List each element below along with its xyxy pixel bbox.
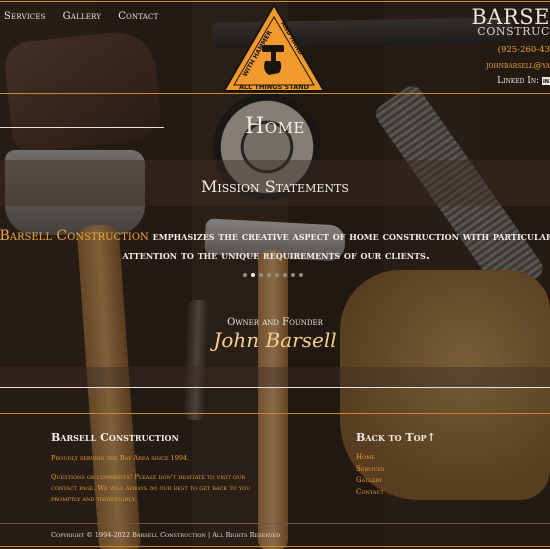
nav-gallery-link[interactable]: Gallery (63, 11, 102, 22)
brand-line-1: BARSE (471, 5, 550, 29)
contact-phone[interactable]: (925-260-43 (498, 45, 550, 55)
header-bottom-border (0, 93, 550, 94)
carousel-dot[interactable] (275, 273, 279, 277)
divider-band (0, 367, 550, 387)
nav-contact-link[interactable]: Contact (118, 11, 158, 22)
footer-company-title: Barsell Construction (51, 431, 179, 444)
top-border (0, 1, 550, 2)
footer-serving-text: Proudly serving the Bay Area since 1994. (51, 454, 190, 462)
contact-email[interactable]: johnbarsell@ya (486, 61, 550, 71)
content-rule (0, 387, 550, 388)
carousel-dot[interactable] (267, 273, 271, 277)
footer-links: Home Services Gallery Contact (356, 452, 385, 498)
footer-link-gallery[interactable]: Gallery (356, 475, 385, 487)
footer-link-home[interactable]: Home (356, 452, 385, 464)
copyright-text: Copyright © 1994-2022 Barsell Constructi… (51, 531, 281, 539)
arrow-up-icon: ↑ (426, 431, 436, 444)
nav-services-link[interactable]: Services (4, 11, 46, 22)
footer-top-border (0, 413, 550, 414)
brand-line-2: CONSTRUC (477, 25, 550, 38)
page-title: Home (245, 114, 305, 139)
carousel-dot[interactable] (243, 273, 247, 277)
carousel-dot[interactable] (291, 273, 295, 277)
statement-line-1: emphasizes the creative aspect of home c… (152, 230, 550, 243)
mission-heading: Mission Statements (201, 177, 349, 196)
copyright-rule (0, 523, 550, 524)
linkedin-icon[interactable]: in (542, 76, 550, 85)
owner-name: John Barsell (213, 328, 337, 352)
main-nav: Services Gallery Contact (4, 11, 159, 22)
owner-label: Owner and Founder (227, 317, 323, 328)
carousel-dot-active[interactable] (251, 273, 255, 277)
mission-statement: Barsell Construction emphasizes the crea… (0, 227, 550, 265)
statement-brand: Barsell Construction (0, 228, 149, 244)
svg-text:ALL THINGS STAND: ALL THINGS STAND (239, 83, 310, 91)
statement-line-2: attention to the unique requirements of … (122, 249, 430, 262)
bottom-border (0, 546, 550, 547)
carousel-dots (243, 273, 303, 277)
carousel-dot[interactable] (283, 273, 287, 277)
footer-questions-text: Questions or comments! Please don't hesi… (51, 473, 251, 503)
footer-link-contact[interactable]: Contact (356, 487, 385, 499)
carousel-dot[interactable] (259, 273, 263, 277)
brand-wordmark: BARSE CONSTRUC (471, 5, 550, 38)
linkedin-label: Linked In: (497, 76, 540, 86)
company-logo[interactable]: WITH HAMMER AND HAND ALL THINGS STAND (222, 3, 326, 93)
back-to-top-link[interactable]: Back to Top↑ (356, 431, 436, 444)
carousel-dot[interactable] (299, 273, 303, 277)
back-to-top-label: Back to Top (356, 431, 427, 444)
contact-linkedin[interactable]: Linked In: in (497, 76, 550, 86)
footer-link-services[interactable]: Services (356, 464, 385, 476)
